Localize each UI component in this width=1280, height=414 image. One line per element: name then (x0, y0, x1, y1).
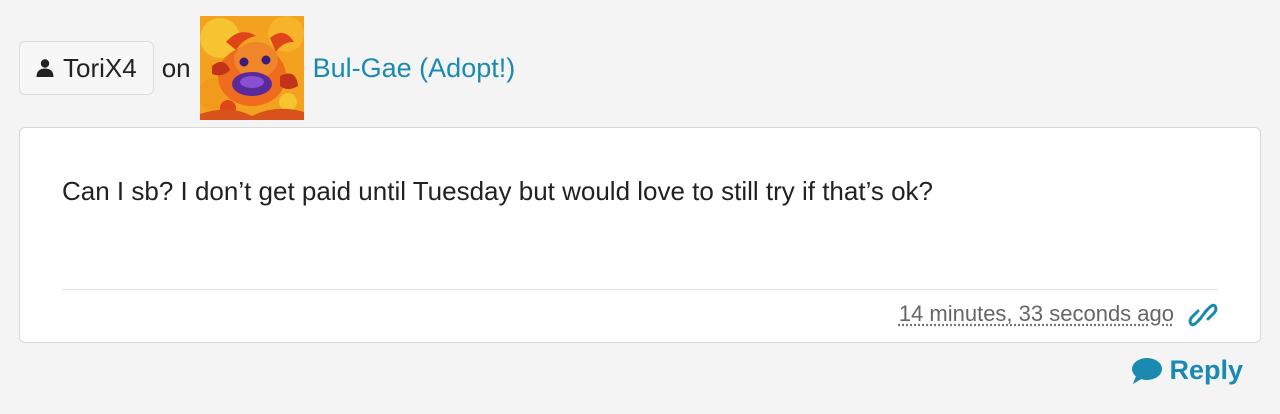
reply-button[interactable]: Reply (1131, 355, 1243, 386)
comment-timestamp[interactable]: 14 minutes, 33 seconds ago (899, 301, 1174, 327)
comment-header: ToriX4 on Bul-Gae (Adopt!) (19, 16, 515, 120)
on-word: on (161, 52, 191, 83)
comment-divider (62, 289, 1218, 290)
comment-card: Can I sb? I don’t get paid until Tuesday… (19, 127, 1261, 343)
reply-label: Reply (1169, 355, 1243, 385)
comment-page: ToriX4 on Bul-Gae (Adopt!) Can I sb? I d… (0, 0, 1280, 414)
user-icon (35, 58, 55, 78)
author-button[interactable]: ToriX4 (19, 41, 154, 95)
artwork-thumbnail[interactable] (199, 16, 304, 120)
chat-bubble-icon (1131, 357, 1163, 385)
artwork-title-link[interactable]: Bul-Gae (Adopt!) (313, 53, 516, 84)
comment-body: Can I sb? I don’t get paid until Tuesday… (62, 176, 934, 206)
link-icon[interactable] (1188, 302, 1218, 328)
author-name: ToriX4 (63, 52, 137, 83)
